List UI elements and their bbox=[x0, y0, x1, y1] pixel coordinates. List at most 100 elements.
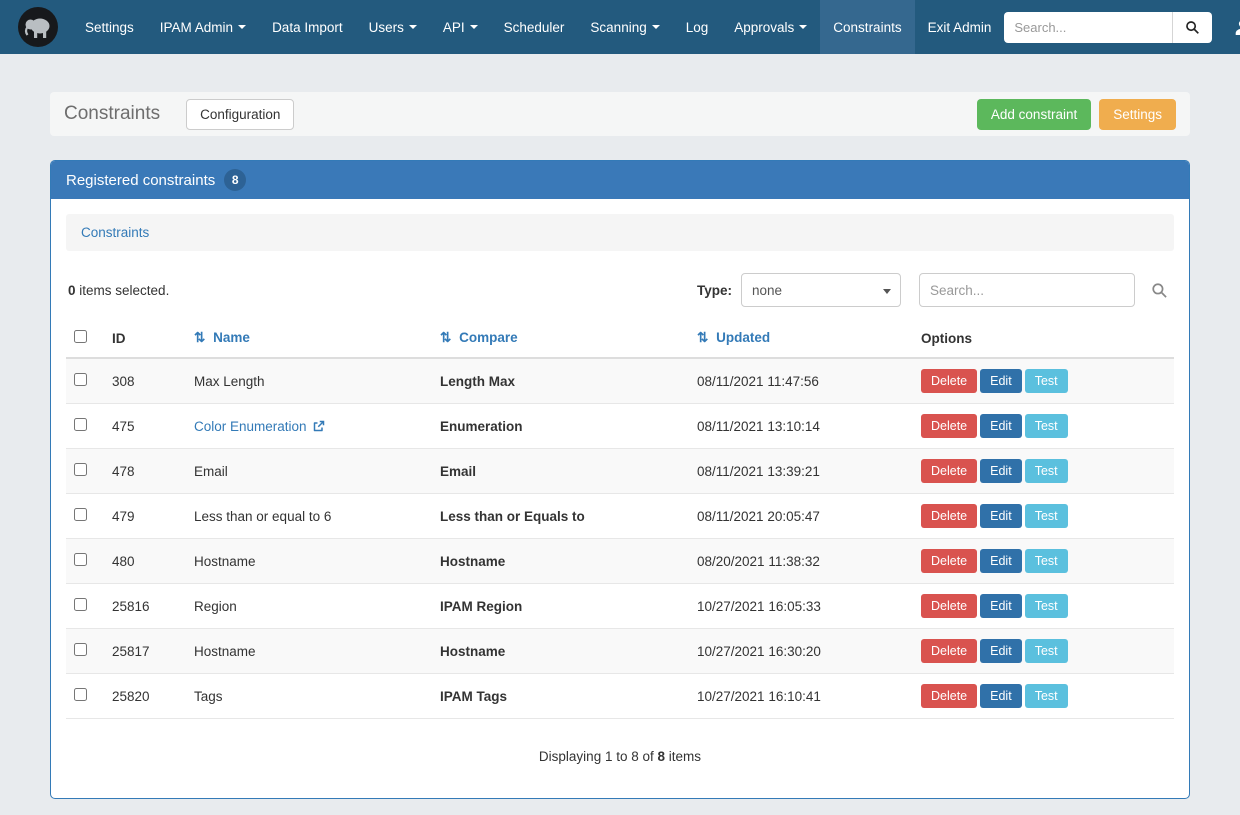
type-select[interactable]: none bbox=[741, 273, 901, 307]
column-header-compare-label: Compare bbox=[459, 330, 518, 345]
caret-down-icon bbox=[799, 25, 807, 29]
row-checkbox[interactable] bbox=[74, 643, 87, 656]
table-toolbar: 0 items selected. Type: none bbox=[66, 273, 1174, 307]
edit-button[interactable]: Edit bbox=[980, 594, 1022, 618]
constraints-table-body: 308Max LengthLength Max08/11/2021 11:47:… bbox=[66, 358, 1174, 719]
delete-button[interactable]: Delete bbox=[921, 594, 977, 618]
nav-item-users[interactable]: Users bbox=[356, 0, 430, 54]
navbar-search-button[interactable] bbox=[1172, 12, 1212, 43]
constraint-compare: Length Max bbox=[432, 358, 689, 404]
edit-button[interactable]: Edit bbox=[980, 639, 1022, 663]
constraint-id: 478 bbox=[104, 449, 186, 494]
edit-button[interactable]: Edit bbox=[980, 549, 1022, 573]
delete-button[interactable]: Delete bbox=[921, 459, 977, 483]
nav-item-constraints[interactable]: Constraints bbox=[820, 0, 914, 54]
nav-item-scanning[interactable]: Scanning bbox=[577, 0, 672, 54]
type-label: Type: bbox=[697, 283, 732, 298]
constraint-updated: 08/20/2021 11:38:32 bbox=[689, 539, 913, 584]
delete-button[interactable]: Delete bbox=[921, 369, 977, 393]
constraints-table: ID ⇅ Name ⇅ Compare ⇅ Updated Options bbox=[66, 319, 1174, 719]
test-button[interactable]: Test bbox=[1025, 504, 1068, 528]
row-checkbox[interactable] bbox=[74, 688, 87, 701]
row-checkbox[interactable] bbox=[74, 373, 87, 386]
select-all-checkbox[interactable] bbox=[74, 330, 87, 343]
constraint-id: 25820 bbox=[104, 674, 186, 719]
configuration-button[interactable]: Configuration bbox=[186, 99, 294, 130]
nav-item-ipam-admin[interactable]: IPAM Admin bbox=[147, 0, 259, 54]
table-footer: Displaying 1 to 8 of 8 items bbox=[66, 749, 1174, 764]
subnav-constraints-link[interactable]: Constraints bbox=[81, 225, 149, 240]
nav-item-approvals[interactable]: Approvals bbox=[721, 0, 820, 54]
constraint-updated: 08/11/2021 20:05:47 bbox=[689, 494, 913, 539]
nav-item-label: Exit Admin bbox=[928, 20, 992, 35]
constraint-updated: 10/27/2021 16:30:20 bbox=[689, 629, 913, 674]
edit-button[interactable]: Edit bbox=[980, 414, 1022, 438]
edit-button[interactable]: Edit bbox=[980, 504, 1022, 528]
caret-down-icon bbox=[409, 25, 417, 29]
nav-item-exit-admin[interactable]: Exit Admin bbox=[915, 0, 1005, 54]
constraint-name: Max Length bbox=[186, 358, 432, 404]
row-checkbox[interactable] bbox=[74, 553, 87, 566]
test-button[interactable]: Test bbox=[1025, 594, 1068, 618]
toolbar-filters: Type: none bbox=[697, 273, 1172, 307]
delete-button[interactable]: Delete bbox=[921, 414, 977, 438]
add-constraint-button[interactable]: Add constraint bbox=[977, 99, 1091, 130]
nav-item-data-import[interactable]: Data Import bbox=[259, 0, 356, 54]
constraint-compare: Enumeration bbox=[432, 404, 689, 449]
table-row: 25816RegionIPAM Region10/27/2021 16:05:3… bbox=[66, 584, 1174, 629]
row-checkbox[interactable] bbox=[74, 418, 87, 431]
navbar-search-group bbox=[1004, 12, 1212, 43]
table-row: 475Color EnumerationEnumeration08/11/202… bbox=[66, 404, 1174, 449]
constraint-compare: Less than or Equals to bbox=[432, 494, 689, 539]
table-row: 478EmailEmail08/11/2021 13:39:21DeleteEd… bbox=[66, 449, 1174, 494]
test-button[interactable]: Test bbox=[1025, 549, 1068, 573]
test-button[interactable]: Test bbox=[1025, 369, 1068, 393]
delete-button[interactable]: Delete bbox=[921, 639, 977, 663]
column-header-updated-label: Updated bbox=[716, 330, 770, 345]
search-icon bbox=[1185, 20, 1200, 35]
constraint-name-link[interactable]: Color Enumeration bbox=[194, 419, 307, 434]
subnav-bar: Constraints bbox=[66, 214, 1174, 251]
table-search-button[interactable] bbox=[1147, 278, 1172, 303]
delete-button[interactable]: Delete bbox=[921, 504, 977, 528]
row-checkbox[interactable] bbox=[74, 508, 87, 521]
page-header-actions: Add constraint Settings bbox=[977, 99, 1176, 130]
row-checkbox[interactable] bbox=[74, 463, 87, 476]
nav-item-scheduler[interactable]: Scheduler bbox=[491, 0, 578, 54]
column-header-compare[interactable]: ⇅ Compare bbox=[432, 319, 689, 358]
selected-count-text: 0 items selected. bbox=[68, 283, 169, 298]
nav-item-log[interactable]: Log bbox=[673, 0, 722, 54]
app-logo[interactable] bbox=[18, 7, 58, 47]
delete-button[interactable]: Delete bbox=[921, 684, 977, 708]
page-title: Constraints bbox=[64, 103, 160, 125]
table-row: 308Max LengthLength Max08/11/2021 11:47:… bbox=[66, 358, 1174, 404]
navbar-search-input[interactable] bbox=[1004, 12, 1172, 43]
column-header-name[interactable]: ⇅ Name bbox=[186, 319, 432, 358]
constraints-panel: Registered constraints 8 Constraints 0 i… bbox=[50, 160, 1190, 799]
test-button[interactable]: Test bbox=[1025, 414, 1068, 438]
table-search-input[interactable] bbox=[919, 273, 1135, 307]
nav-item-settings[interactable]: Settings bbox=[72, 0, 147, 54]
constraint-id: 308 bbox=[104, 358, 186, 404]
test-button[interactable]: Test bbox=[1025, 684, 1068, 708]
nav-item-label: Data Import bbox=[272, 20, 343, 35]
settings-button[interactable]: Settings bbox=[1099, 99, 1176, 130]
constraint-name: Color Enumeration bbox=[186, 404, 432, 449]
caret-down-icon bbox=[883, 289, 891, 294]
nav-item-label: Scanning bbox=[590, 20, 646, 35]
table-row: 25817HostnameHostname10/27/2021 16:30:20… bbox=[66, 629, 1174, 674]
row-checkbox[interactable] bbox=[74, 598, 87, 611]
test-button[interactable]: Test bbox=[1025, 639, 1068, 663]
constraint-options: DeleteEditTest bbox=[913, 539, 1174, 584]
constraint-compare: Email bbox=[432, 449, 689, 494]
test-button[interactable]: Test bbox=[1025, 459, 1068, 483]
delete-button[interactable]: Delete bbox=[921, 549, 977, 573]
sort-icon: ⇅ bbox=[194, 330, 205, 345]
nav-item-api[interactable]: API bbox=[430, 0, 491, 54]
edit-button[interactable]: Edit bbox=[980, 369, 1022, 393]
edit-button[interactable]: Edit bbox=[980, 459, 1022, 483]
edit-button[interactable]: Edit bbox=[980, 684, 1022, 708]
user-menu[interactable] bbox=[1228, 15, 1240, 40]
column-header-updated[interactable]: ⇅ Updated bbox=[689, 319, 913, 358]
nav-item-label: Settings bbox=[85, 20, 134, 35]
